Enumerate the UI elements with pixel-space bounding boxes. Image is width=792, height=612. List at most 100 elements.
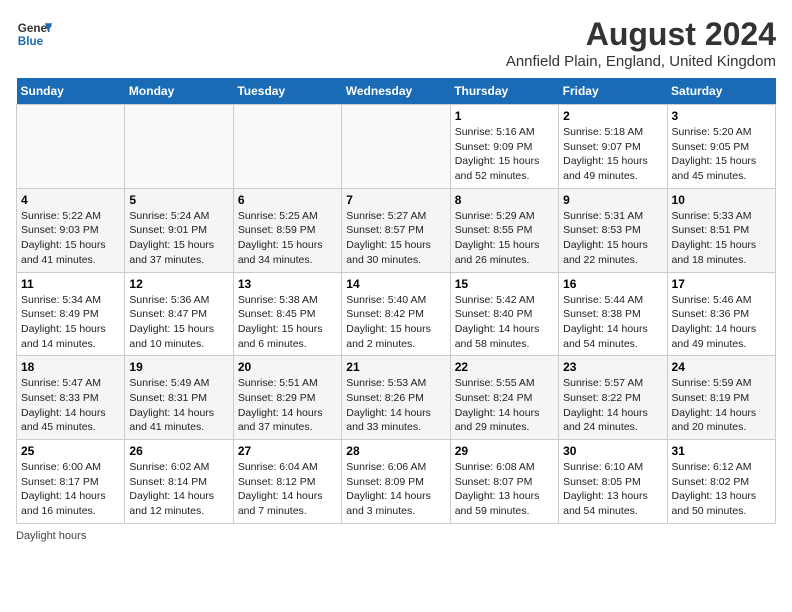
day-number: 10: [672, 193, 771, 207]
calendar-cell: 2 Sunrise: 5:18 AM Sunset: 9:07 PM Dayli…: [559, 105, 667, 189]
calendar-cell: 22 Sunrise: 5:55 AM Sunset: 8:24 PM Dayl…: [450, 356, 558, 440]
day-number: 6: [238, 193, 337, 207]
calendar-cell: 14 Sunrise: 5:40 AM Sunset: 8:42 PM Dayl…: [342, 272, 450, 356]
day-number: 4: [21, 193, 120, 207]
calendar-week-1: 1 Sunrise: 5:16 AM Sunset: 9:09 PM Dayli…: [17, 105, 776, 189]
header-row: Sunday Monday Tuesday Wednesday Thursday…: [17, 78, 776, 105]
daylight-label: Daylight: 15 hours and 14 minutes.: [21, 323, 106, 350]
cell-content: Sunrise: 6:00 AM Sunset: 8:17 PM Dayligh…: [21, 460, 120, 519]
cell-content: Sunrise: 5:59 AM Sunset: 8:19 PM Dayligh…: [672, 376, 771, 435]
sunrise-label: Sunrise: 5:42 AM: [455, 294, 535, 306]
cell-content: Sunrise: 6:10 AM Sunset: 8:05 PM Dayligh…: [563, 460, 662, 519]
calendar-cell: 29 Sunrise: 6:08 AM Sunset: 8:07 PM Dayl…: [450, 440, 558, 524]
sunset-label: Sunset: 8:33 PM: [21, 392, 99, 404]
day-number: 11: [21, 277, 120, 291]
sunrise-label: Sunrise: 5:27 AM: [346, 210, 426, 222]
cell-content: Sunrise: 5:18 AM Sunset: 9:07 PM Dayligh…: [563, 125, 662, 184]
daylight-label: Daylight: 15 hours and 52 minutes.: [455, 155, 540, 182]
sunrise-label: Sunrise: 5:33 AM: [672, 210, 752, 222]
day-number: 18: [21, 360, 120, 374]
day-number: 23: [563, 360, 662, 374]
daylight-label: Daylight: 15 hours and 34 minutes.: [238, 239, 323, 266]
header-wednesday: Wednesday: [342, 78, 450, 105]
sunrise-label: Sunrise: 5:31 AM: [563, 210, 643, 222]
calendar-week-2: 4 Sunrise: 5:22 AM Sunset: 9:03 PM Dayli…: [17, 188, 776, 272]
sunset-label: Sunset: 9:03 PM: [21, 224, 99, 236]
day-number: 25: [21, 444, 120, 458]
cell-content: Sunrise: 5:27 AM Sunset: 8:57 PM Dayligh…: [346, 209, 445, 268]
sunset-label: Sunset: 8:12 PM: [238, 476, 316, 488]
cell-content: Sunrise: 5:46 AM Sunset: 8:36 PM Dayligh…: [672, 293, 771, 352]
sunrise-label: Sunrise: 5:25 AM: [238, 210, 318, 222]
sunrise-label: Sunrise: 5:44 AM: [563, 294, 643, 306]
header-friday: Friday: [559, 78, 667, 105]
day-number: 17: [672, 277, 771, 291]
calendar-cell: 19 Sunrise: 5:49 AM Sunset: 8:31 PM Dayl…: [125, 356, 233, 440]
calendar-cell: [342, 105, 450, 189]
cell-content: Sunrise: 5:34 AM Sunset: 8:49 PM Dayligh…: [21, 293, 120, 352]
daylight-label: Daylight: 13 hours and 50 minutes.: [672, 490, 757, 517]
daylight-label: Daylight: 14 hours and 45 minutes.: [21, 407, 106, 434]
sunset-label: Sunset: 9:01 PM: [129, 224, 207, 236]
footer-note: Daylight hours: [16, 530, 776, 542]
calendar-week-5: 25 Sunrise: 6:00 AM Sunset: 8:17 PM Dayl…: [17, 440, 776, 524]
day-number: 28: [346, 444, 445, 458]
sunrise-label: Sunrise: 5:36 AM: [129, 294, 209, 306]
calendar-cell: 11 Sunrise: 5:34 AM Sunset: 8:49 PM Dayl…: [17, 272, 125, 356]
cell-content: Sunrise: 5:55 AM Sunset: 8:24 PM Dayligh…: [455, 376, 554, 435]
cell-content: Sunrise: 5:22 AM Sunset: 9:03 PM Dayligh…: [21, 209, 120, 268]
daylight-label: Daylight: 15 hours and 10 minutes.: [129, 323, 214, 350]
title-area: August 2024 Annfield Plain, England, Uni…: [506, 16, 776, 70]
day-number: 5: [129, 193, 228, 207]
calendar-cell: 23 Sunrise: 5:57 AM Sunset: 8:22 PM Dayl…: [559, 356, 667, 440]
sunset-label: Sunset: 9:09 PM: [455, 141, 533, 153]
sunrise-label: Sunrise: 6:12 AM: [672, 461, 752, 473]
daylight-label: Daylight: 14 hours and 54 minutes.: [563, 323, 648, 350]
day-number: 13: [238, 277, 337, 291]
calendar-cell: [125, 105, 233, 189]
daylight-label: Daylight: 14 hours and 3 minutes.: [346, 490, 431, 517]
logo-icon: General Blue: [16, 16, 52, 52]
day-number: 24: [672, 360, 771, 374]
cell-content: Sunrise: 5:57 AM Sunset: 8:22 PM Dayligh…: [563, 376, 662, 435]
cell-content: Sunrise: 5:24 AM Sunset: 9:01 PM Dayligh…: [129, 209, 228, 268]
header-thursday: Thursday: [450, 78, 558, 105]
cell-content: Sunrise: 5:36 AM Sunset: 8:47 PM Dayligh…: [129, 293, 228, 352]
sunrise-label: Sunrise: 5:40 AM: [346, 294, 426, 306]
sunset-label: Sunset: 9:07 PM: [563, 141, 641, 153]
sunrise-label: Sunrise: 5:29 AM: [455, 210, 535, 222]
calendar-cell: 12 Sunrise: 5:36 AM Sunset: 8:47 PM Dayl…: [125, 272, 233, 356]
calendar-cell: 10 Sunrise: 5:33 AM Sunset: 8:51 PM Dayl…: [667, 188, 775, 272]
sunrise-label: Sunrise: 5:51 AM: [238, 377, 318, 389]
sunset-label: Sunset: 8:40 PM: [455, 308, 533, 320]
cell-content: Sunrise: 5:33 AM Sunset: 8:51 PM Dayligh…: [672, 209, 771, 268]
calendar-cell: 8 Sunrise: 5:29 AM Sunset: 8:55 PM Dayli…: [450, 188, 558, 272]
sunrise-label: Sunrise: 5:49 AM: [129, 377, 209, 389]
calendar-cell: 21 Sunrise: 5:53 AM Sunset: 8:26 PM Dayl…: [342, 356, 450, 440]
sunset-label: Sunset: 9:05 PM: [672, 141, 750, 153]
daylight-label: Daylight: 15 hours and 45 minutes.: [672, 155, 757, 182]
daylight-label: Daylight: 15 hours and 26 minutes.: [455, 239, 540, 266]
sunset-label: Sunset: 8:19 PM: [672, 392, 750, 404]
calendar-cell: [17, 105, 125, 189]
logo: General Blue: [16, 16, 52, 52]
cell-content: Sunrise: 5:49 AM Sunset: 8:31 PM Dayligh…: [129, 376, 228, 435]
calendar-week-3: 11 Sunrise: 5:34 AM Sunset: 8:49 PM Dayl…: [17, 272, 776, 356]
day-number: 31: [672, 444, 771, 458]
daylight-label: Daylight: 15 hours and 37 minutes.: [129, 239, 214, 266]
sunrise-label: Sunrise: 5:53 AM: [346, 377, 426, 389]
sunrise-label: Sunrise: 5:20 AM: [672, 126, 752, 138]
calendar-cell: 5 Sunrise: 5:24 AM Sunset: 9:01 PM Dayli…: [125, 188, 233, 272]
calendar-cell: 16 Sunrise: 5:44 AM Sunset: 8:38 PM Dayl…: [559, 272, 667, 356]
sunrise-label: Sunrise: 6:00 AM: [21, 461, 101, 473]
calendar-cell: 4 Sunrise: 5:22 AM Sunset: 9:03 PM Dayli…: [17, 188, 125, 272]
day-number: 27: [238, 444, 337, 458]
sunset-label: Sunset: 8:07 PM: [455, 476, 533, 488]
sunrise-label: Sunrise: 6:02 AM: [129, 461, 209, 473]
page-header: General Blue August 2024 Annfield Plain,…: [16, 16, 776, 70]
sunset-label: Sunset: 8:55 PM: [455, 224, 533, 236]
sunrise-label: Sunrise: 6:06 AM: [346, 461, 426, 473]
day-number: 14: [346, 277, 445, 291]
sunset-label: Sunset: 8:02 PM: [672, 476, 750, 488]
sunset-label: Sunset: 8:51 PM: [672, 224, 750, 236]
